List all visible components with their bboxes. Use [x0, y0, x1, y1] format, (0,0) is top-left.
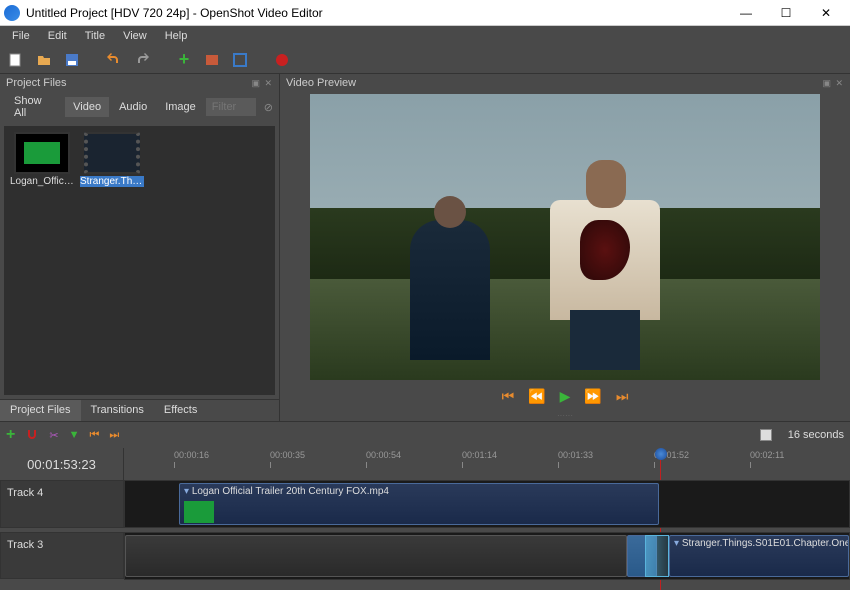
title-bar: Untitled Project [HDV 720 24p] - OpenSho… [0, 0, 850, 26]
prev-marker-icon[interactable]: ⏮ [89, 429, 99, 442]
undock-icon[interactable]: ▣ ✕ [251, 78, 273, 89]
timecode-display: 00:01:53:23 [0, 448, 124, 480]
new-project-icon[interactable] [6, 50, 26, 70]
ruler-ticks[interactable]: 00:00:16 00:00:35 00:00:54 00:01:14 00:0… [124, 448, 850, 480]
menu-edit[interactable]: Edit [40, 28, 75, 44]
preview-frame [310, 94, 820, 380]
filter-bar: Show All Video Audio Image ⊘ [0, 92, 279, 122]
track-label[interactable]: Track 3 [0, 532, 124, 580]
filter-show-all[interactable]: Show All [6, 91, 63, 123]
filter-input[interactable] [206, 98, 256, 116]
add-track-icon[interactable]: + [6, 426, 15, 444]
clip-label: Stranger.Things.S01E01.Chapter.One.The.V… [682, 538, 849, 549]
zoom-label: 16 seconds [788, 429, 844, 441]
resize-handle[interactable]: ······ [280, 411, 850, 421]
profile-icon[interactable] [202, 50, 222, 70]
video-preview-header: Video Preview ▣ ✕ [280, 74, 850, 92]
playback-controls: ⏮ ⏪ ▶ ⏩ ⏭ [280, 381, 850, 411]
track-row[interactable]: ▾ Logan Official Trailer 20th Century FO… [124, 480, 850, 528]
bottom-tabs: Project Files Transitions Effects [0, 399, 279, 421]
export-icon[interactable] [272, 50, 292, 70]
app-icon [4, 5, 20, 21]
project-files-header: Project Files ▣ ✕ [0, 74, 279, 92]
tick: 00:02:11 [750, 450, 784, 460]
left-panel: Project Files ▣ ✕ Show All Video Audio I… [0, 74, 280, 421]
clear-filter-icon[interactable]: ⊘ [264, 101, 273, 114]
filter-audio[interactable]: Audio [111, 97, 155, 117]
preview-area[interactable] [280, 92, 850, 381]
file-thumbnail [84, 132, 140, 174]
jump-end-icon[interactable]: ⏭ [616, 388, 629, 405]
menu-help[interactable]: Help [157, 28, 196, 44]
save-project-icon[interactable] [62, 50, 82, 70]
rewind-icon[interactable]: ⏪ [528, 388, 545, 405]
video-preview-title: Video Preview [286, 77, 356, 89]
track-area[interactable]: ▾ Logan Official Trailer 20th Century FO… [124, 480, 850, 583]
next-marker-icon[interactable]: ⏭ [109, 429, 119, 442]
track-label[interactable]: Track 4 [0, 480, 124, 528]
clip[interactable] [125, 535, 627, 577]
fullscreen-icon[interactable] [230, 50, 250, 70]
tab-project-files[interactable]: Project Files [0, 400, 81, 421]
main-toolbar: + [0, 46, 850, 74]
undo-icon[interactable] [104, 50, 124, 70]
track-labels: Track 4 Track 3 [0, 480, 124, 583]
open-project-icon[interactable] [34, 50, 54, 70]
file-label: Logan_Official_... [10, 176, 74, 187]
clip-label: Logan Official Trailer 20th Century FOX.… [192, 486, 389, 497]
main-area: Project Files ▣ ✕ Show All Video Audio I… [0, 74, 850, 421]
file-label: Stranger.Things.... [80, 176, 144, 187]
file-item[interactable]: Logan_Official_... [10, 132, 74, 187]
track-name: Track 3 [7, 539, 43, 551]
tab-transitions[interactable]: Transitions [81, 400, 154, 421]
razor-icon[interactable]: ✂ [49, 429, 58, 442]
close-button[interactable]: ✕ [806, 1, 846, 25]
menu-title[interactable]: Title [77, 28, 113, 44]
snap-icon[interactable] [25, 427, 39, 444]
tab-effects[interactable]: Effects [154, 400, 207, 421]
file-thumbnail [14, 132, 70, 174]
timeline-ruler[interactable]: 00:01:53:23 00:00:16 00:00:35 00:00:54 0… [0, 448, 850, 480]
clip[interactable]: ▾ Logan Official Trailer 20th Century FO… [179, 483, 659, 525]
file-item[interactable]: Stranger.Things.... [80, 132, 144, 187]
maximize-button[interactable]: ☐ [766, 1, 806, 25]
project-files-title: Project Files [6, 77, 67, 89]
tracks-area: Track 4 Track 3 ▾ Logan Official Trailer… [0, 480, 850, 583]
tick: 00:00:54 [366, 450, 401, 460]
undock-icon[interactable]: ▣ ✕ [822, 78, 844, 89]
timeline-panel: + ✂ ▼ ⏮ ⏭ 16 seconds 00:01:53:23 00:00:1… [0, 421, 850, 583]
window-title: Untitled Project [HDV 720 24p] - OpenSho… [26, 6, 726, 20]
right-panel: Video Preview ▣ ✕ ⏮ ⏪ ▶ ⏩ ⏭ ······ [280, 74, 850, 421]
transition[interactable] [645, 535, 669, 577]
zoom-checkbox[interactable] [760, 429, 772, 441]
track-row[interactable]: ▾ Stranger.Things.S01E01.Chapter.One.The… [124, 532, 850, 580]
filter-video[interactable]: Video [65, 97, 109, 117]
minimize-button[interactable]: — [726, 1, 766, 25]
add-marker-icon[interactable]: ▼ [69, 429, 80, 441]
menu-bar: File Edit Title View Help [0, 26, 850, 46]
tick: 00:00:35 [270, 450, 305, 460]
play-icon[interactable]: ▶ [560, 388, 571, 405]
clip[interactable]: ▾ Stranger.Things.S01E01.Chapter.One.The… [669, 535, 849, 577]
menu-file[interactable]: File [4, 28, 38, 44]
fast-forward-icon[interactable]: ⏩ [584, 388, 601, 405]
track-name: Track 4 [7, 487, 43, 499]
timeline-toolbar: + ✂ ▼ ⏮ ⏭ 16 seconds [0, 422, 850, 448]
import-files-icon[interactable]: + [174, 50, 194, 70]
tick: 00:01:14 [462, 450, 497, 460]
clip-thumbnail [184, 501, 214, 523]
menu-view[interactable]: View [115, 28, 155, 44]
redo-icon[interactable] [132, 50, 152, 70]
jump-start-icon[interactable]: ⏮ [502, 388, 515, 405]
file-list[interactable]: Logan_Official_... Stranger.Things.... [4, 126, 275, 395]
filter-image[interactable]: Image [157, 97, 204, 117]
tick: 00:01:33 [558, 450, 593, 460]
tick: 00:00:16 [174, 450, 209, 460]
